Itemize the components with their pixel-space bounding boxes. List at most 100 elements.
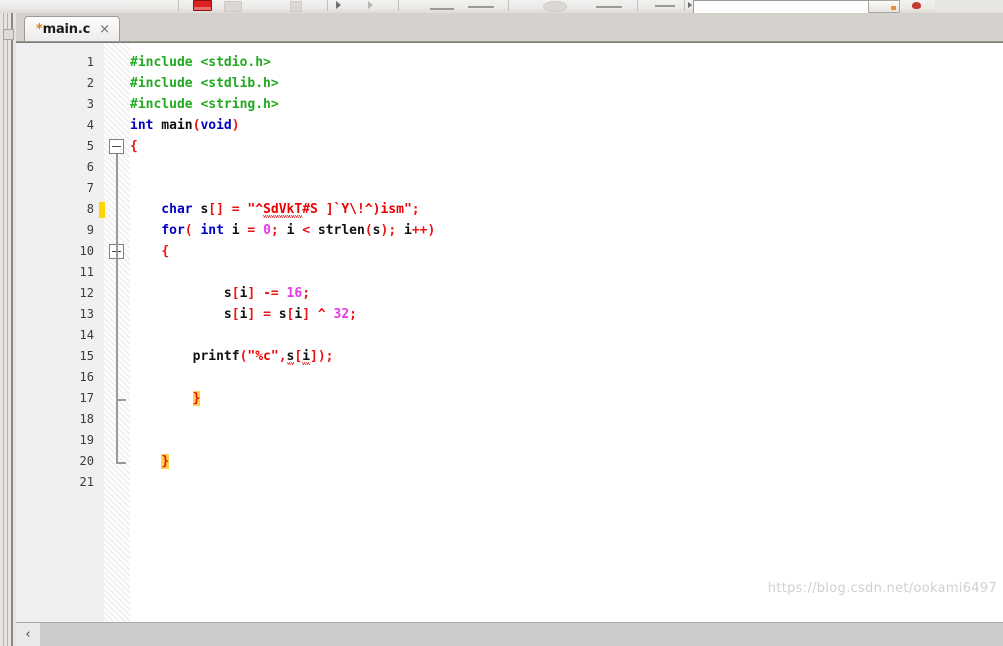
code-token: } xyxy=(161,454,170,469)
line-number: 9 xyxy=(86,223,94,237)
code-token: ] xyxy=(247,307,264,322)
code-line[interactable]: for( int i = 0; i < strlen(s); i++) xyxy=(130,220,435,241)
line-number: 2 xyxy=(86,76,94,90)
code-token: ); xyxy=(380,223,404,238)
left-panel-edge xyxy=(0,13,16,646)
code-token: void xyxy=(200,118,232,133)
line-number: 11 xyxy=(79,265,94,279)
toolbar-button-c[interactable] xyxy=(543,1,567,12)
line-number: 17 xyxy=(79,391,94,405)
line-number: 14 xyxy=(79,328,94,342)
line-number: 15 xyxy=(79,349,94,363)
code-line[interactable]: int main(void) xyxy=(130,115,240,136)
tab-bar: *main.c × xyxy=(0,13,1003,42)
line-number: 16 xyxy=(79,370,94,384)
line-number: 13 xyxy=(79,307,94,321)
search-dropdown-icon[interactable] xyxy=(688,2,692,8)
tab-modified-marker: * xyxy=(36,22,43,37)
code-token: SdVkT xyxy=(263,202,303,218)
code-line[interactable]: printf("%c",s[i]); xyxy=(130,346,334,367)
line-number: 12 xyxy=(79,286,94,300)
code-token: i xyxy=(286,223,303,238)
toolbar-underline-d[interactable] xyxy=(655,5,675,7)
fold-collapse-icon[interactable] xyxy=(109,139,124,154)
code-token: s xyxy=(130,286,232,301)
edge-line-1 xyxy=(3,13,4,646)
stop-build-button[interactable] xyxy=(193,0,212,11)
code-line[interactable]: { xyxy=(130,241,169,262)
code-line[interactable]: } xyxy=(130,451,170,472)
panel-splitter-handle[interactable] xyxy=(3,29,14,40)
toolbar-alert-icon[interactable] xyxy=(912,2,921,9)
code-token: ; xyxy=(411,202,420,217)
code-token: for xyxy=(130,223,185,238)
scrollbar-track[interactable] xyxy=(40,623,1003,646)
code-line[interactable]: s[i] -= 16; xyxy=(130,283,310,304)
edge-line-2 xyxy=(7,622,8,646)
combo-indicator-icon xyxy=(891,6,896,10)
close-icon[interactable]: × xyxy=(99,23,110,36)
line-number: 3 xyxy=(86,97,94,111)
code-line[interactable]: #include <string.h> xyxy=(130,94,279,115)
line-number: 7 xyxy=(86,181,94,195)
code-token: = xyxy=(247,223,264,238)
line-number: 21 xyxy=(79,475,94,489)
tab-main-c[interactable]: *main.c × xyxy=(24,16,120,42)
code-token: printf xyxy=(130,349,240,364)
fold-margin[interactable] xyxy=(104,43,130,622)
code-line[interactable]: s[i] = s[i] ^ 32; xyxy=(130,304,357,325)
code-token: #S ]`Y\!^)ism" xyxy=(302,202,412,217)
code-line[interactable]: #include <stdlib.h> xyxy=(130,73,279,94)
code-token: #include <string.h> xyxy=(130,97,279,112)
toolbar-separator xyxy=(684,0,685,11)
tab-bar-inner: *main.c × xyxy=(16,13,1003,42)
toolbar-combo[interactable] xyxy=(868,0,900,13)
toolbar-button-a[interactable] xyxy=(224,1,242,12)
step-triangle-icon[interactable] xyxy=(368,1,373,9)
code-token: ; xyxy=(349,307,357,322)
toolbar[interactable] xyxy=(0,0,1003,14)
code-line[interactable]: #include <stdio.h> xyxy=(130,52,271,73)
toolbar-separator xyxy=(178,0,179,11)
edge-line-3 xyxy=(11,13,13,646)
code-token: s xyxy=(130,307,232,322)
code-token: ; xyxy=(270,223,287,238)
code-token: } xyxy=(192,391,201,406)
code-token: ] xyxy=(310,349,318,364)
edge-line-2 xyxy=(7,13,8,646)
toolbar-separator xyxy=(637,0,638,11)
line-number: 20 xyxy=(79,454,94,468)
code-token: #include <stdio.h> xyxy=(130,55,271,70)
scroll-left-arrow-icon[interactable]: ‹ xyxy=(16,623,40,646)
horizontal-scrollbar[interactable]: ‹ xyxy=(16,622,1003,646)
toolbar-underline-a[interactable] xyxy=(430,8,454,10)
code-editor[interactable]: 1 2 3 4 5 6 7 8 9 10 11 12 13 14 15 16 17 18 19 20 21 #inclu… xyxy=(16,42,1003,622)
code-token: -= xyxy=(263,286,287,301)
code-text-area[interactable]: #include <stdio.h> #include <stdlib.h> #in… xyxy=(130,43,1003,622)
run-triangle-icon[interactable] xyxy=(336,1,341,9)
code-token: ( xyxy=(364,223,373,238)
toolbar-underline-b[interactable] xyxy=(468,6,494,8)
toolbar-underline-c[interactable] xyxy=(596,6,622,8)
fold-range-inner-end xyxy=(116,399,126,401)
search-input[interactable] xyxy=(693,0,874,13)
code-token: 0 xyxy=(263,223,271,238)
toolbar-button-b[interactable] xyxy=(290,1,302,12)
line-number-gutter: 1 2 3 4 5 6 7 8 9 10 11 12 13 14 15 16 17 18 19 20 21 xyxy=(16,43,104,622)
code-token: s xyxy=(192,202,209,217)
line-number: 19 xyxy=(79,433,94,447)
code-line[interactable]: char s[] = "^SdVkT#S ]`Y\!^)ism"; xyxy=(130,199,420,220)
code-line[interactable]: } xyxy=(130,388,201,409)
code-token: strlen xyxy=(317,223,365,238)
code-line[interactable]: { xyxy=(130,136,138,157)
code-token: ) xyxy=(231,118,240,133)
bottom-left-edge xyxy=(0,622,16,646)
code-token: s xyxy=(278,307,287,322)
code-token: 16 xyxy=(286,286,303,301)
code-token: #include <stdlib.h> xyxy=(130,76,279,91)
edge-line-3 xyxy=(11,622,13,646)
code-token: main xyxy=(153,118,193,133)
